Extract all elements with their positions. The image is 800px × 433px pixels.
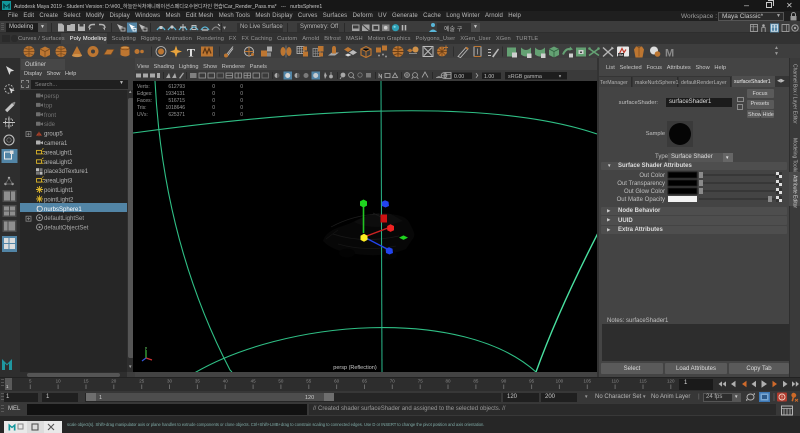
- svg-text:1.00: 1.00: [484, 74, 494, 80]
- svg-text:612793: 612793: [168, 84, 185, 90]
- svg-text:areaLight3: areaLight3: [44, 178, 73, 184]
- svg-text:0: 0: [240, 91, 243, 97]
- svg-text:Edges:: Edges:: [137, 91, 153, 97]
- svg-text:70: 70: [390, 379, 396, 384]
- svg-text:35: 35: [195, 379, 201, 384]
- svg-text:persp (Reflection): persp (Reflection): [333, 365, 377, 371]
- svg-text:0: 0: [240, 98, 243, 104]
- svg-text:areaLight1: areaLight1: [44, 150, 73, 156]
- svg-text:y: y: [145, 345, 147, 350]
- svg-text:85: 85: [473, 379, 479, 384]
- svg-text:side: side: [44, 122, 56, 128]
- svg-text:0: 0: [212, 84, 215, 90]
- svg-text:60: 60: [334, 379, 340, 384]
- svg-text:105: 105: [584, 379, 592, 384]
- svg-text:0: 0: [240, 84, 243, 90]
- svg-text:Out Matte Opacity: Out Matte Opacity: [617, 197, 665, 203]
- svg-text:Faces:: Faces:: [137, 98, 152, 104]
- svg-text:120: 120: [667, 379, 675, 384]
- svg-text:55: 55: [306, 379, 312, 384]
- svg-text:0: 0: [240, 105, 243, 111]
- svg-text:pointLight2: pointLight2: [44, 197, 74, 203]
- svg-text:camera1: camera1: [44, 141, 68, 147]
- svg-text:20: 20: [111, 379, 117, 384]
- svg-text:30: 30: [167, 379, 173, 384]
- svg-text:1934131: 1934131: [166, 91, 186, 97]
- svg-text:top: top: [44, 103, 53, 109]
- svg-text:0.00: 0.00: [454, 74, 464, 80]
- svg-text:place3dTexture1: place3dTexture1: [44, 169, 89, 175]
- svg-text:sRGB gamma: sRGB gamma: [508, 74, 542, 80]
- svg-text:90: 90: [501, 379, 507, 384]
- svg-text:110: 110: [612, 379, 620, 384]
- svg-text:625371: 625371: [168, 112, 185, 118]
- svg-text:15: 15: [83, 379, 89, 384]
- svg-text:▼: ▼: [222, 26, 227, 32]
- svg-text:0: 0: [212, 105, 215, 111]
- svg-text:0: 0: [240, 112, 243, 118]
- svg-text:95: 95: [529, 379, 535, 384]
- svg-text:516715: 516715: [168, 98, 185, 104]
- svg-text:▼: ▼: [558, 74, 562, 79]
- svg-text:0: 0: [212, 112, 215, 118]
- svg-text:45: 45: [251, 379, 257, 384]
- svg-text:25: 25: [139, 379, 145, 384]
- svg-text:10: 10: [56, 379, 62, 384]
- svg-text:defaultLightSet: defaultLightSet: [44, 216, 84, 222]
- svg-text:M: M: [665, 48, 674, 59]
- svg-text:T: T: [187, 46, 195, 59]
- svg-text:Out Transparency: Out Transparency: [617, 181, 665, 187]
- svg-text:persp: persp: [44, 94, 60, 100]
- svg-text:5: 5: [29, 379, 32, 384]
- svg-text:65: 65: [362, 379, 368, 384]
- svg-text:Out Color: Out Color: [639, 173, 665, 179]
- svg-text:pointLight1: pointLight1: [44, 188, 74, 194]
- svg-text:group5: group5: [44, 131, 63, 137]
- svg-text:115: 115: [639, 379, 647, 384]
- svg-text:100: 100: [556, 379, 564, 384]
- svg-text:UVs:: UVs:: [137, 112, 148, 118]
- svg-text:50: 50: [278, 379, 284, 384]
- svg-text:Tris:: Tris:: [137, 105, 147, 111]
- svg-text:0: 0: [212, 98, 215, 104]
- svg-text:0: 0: [212, 91, 215, 97]
- svg-text:1018646: 1018646: [166, 105, 186, 111]
- svg-text:defaultObjectSet: defaultObjectSet: [44, 225, 89, 231]
- svg-text:areaLight2: areaLight2: [44, 159, 73, 165]
- svg-text:nurbsSphere1: nurbsSphere1: [44, 206, 82, 212]
- svg-text:Ma: Ma: [619, 53, 624, 57]
- svg-text:Verts:: Verts:: [137, 84, 150, 90]
- svg-text:80: 80: [445, 379, 451, 384]
- svg-text:75: 75: [418, 379, 424, 384]
- svg-text:40: 40: [223, 379, 229, 384]
- svg-text:front: front: [44, 112, 56, 118]
- svg-text:Out Glow Color: Out Glow Color: [624, 189, 665, 195]
